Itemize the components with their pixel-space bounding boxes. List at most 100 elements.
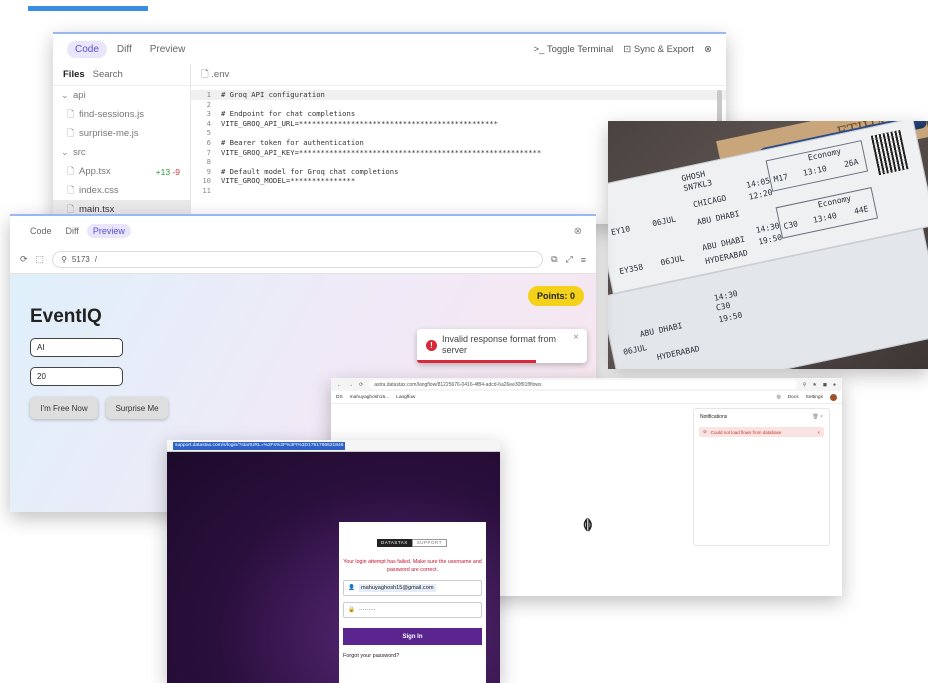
line-text: # Groq API configuration xyxy=(221,90,325,99)
user-icon: 👤 xyxy=(348,585,355,591)
diff-added: +13 xyxy=(155,166,171,177)
error-icon: ⊘ xyxy=(703,429,707,434)
extension-icon[interactable]: ◼ xyxy=(823,382,827,388)
org-selector[interactable]: mahuyaghosh15... xyxy=(350,395,389,400)
email-field[interactable]: 👤 mahuyaghosh15@gmail.com xyxy=(343,580,482,596)
file-name: api xyxy=(73,90,86,101)
close-icon[interactable]: ⊗ xyxy=(574,226,582,237)
zoom-icon[interactable]: ⚲ xyxy=(803,382,807,388)
file-item[interactable]: 🗋 App.tsx +13 -9 xyxy=(53,162,190,181)
toast-message: Invalid response format from server xyxy=(442,334,557,355)
langflow-menubar: DS mahuyaghosh15... Langflow ◎ Docs Sett… xyxy=(331,391,842,404)
flight-date-2: 06JUL xyxy=(659,253,686,268)
file-item[interactable]: 🗋 index.css xyxy=(53,181,190,200)
accent-bar xyxy=(28,6,148,11)
interest-input[interactable]: AI xyxy=(30,338,123,357)
boarding-pass-photo: ETIHAD GHOSH SN7KL3 EY10 06JUL CHICAGO A… xyxy=(608,121,928,369)
line-number: 9 xyxy=(206,166,211,176)
support-login-window: support.datastax.com/s/login/?startURL=%… xyxy=(167,440,500,683)
file-icon: 🗋 xyxy=(201,68,212,80)
boarding-time: 12:20 xyxy=(747,187,774,202)
minutes-input[interactable]: 20 xyxy=(30,367,123,386)
notifications-actions-icon[interactable]: 🗑 × xyxy=(812,414,823,420)
tab-preview[interactable]: Preview xyxy=(86,224,131,238)
tab-code[interactable]: Code xyxy=(67,40,107,58)
file-icon: 🗋 xyxy=(67,127,75,138)
login-error: Your login attempt has failed. Make sure… xyxy=(343,559,482,573)
file-icon: 🗋 xyxy=(67,184,75,195)
brand-datastax: DATASTAX xyxy=(377,539,412,547)
line-text: # Endpoint for chat completions xyxy=(221,109,356,119)
search-tab[interactable]: Search xyxy=(93,69,123,80)
file-icon: 🗋 xyxy=(67,165,75,176)
folder-item[interactable]: ⌄ src xyxy=(53,143,190,162)
brand-support: SUPPORT xyxy=(411,539,447,547)
devices-icon[interactable]: ⧉ xyxy=(551,254,557,265)
docs-link[interactable]: Docs xyxy=(788,395,799,400)
toast-close-icon[interactable]: × xyxy=(573,332,579,343)
open-file-name: .env xyxy=(211,69,230,80)
chevron-down-icon: ⌄ xyxy=(61,147,69,157)
url-field[interactable]: astra.datastax.com/langflow/81225676-041… xyxy=(369,380,797,389)
line-number: 10 xyxy=(202,176,211,186)
url-field[interactable]: ⚲ 5173 / xyxy=(52,251,544,268)
settings-link[interactable]: Settings xyxy=(806,395,823,400)
surprise-me-button[interactable]: Surprise Me xyxy=(106,397,168,419)
free-now-button[interactable]: I'm Free Now xyxy=(30,397,98,419)
url-port: 5173 xyxy=(71,255,90,264)
line-number: 8 xyxy=(206,157,211,167)
back-icon[interactable]: ← xyxy=(337,382,342,388)
datastax-support-logo: DATASTAX SUPPORT xyxy=(377,539,447,547)
reload-icon[interactable]: ⟳ xyxy=(20,254,28,265)
code-line[interactable]: 2 xyxy=(191,100,726,110)
origin-city-3: ABU DHABI xyxy=(639,321,684,339)
tab-code[interactable]: Code xyxy=(24,224,58,238)
password-field[interactable]: 🔒 ········· xyxy=(343,602,482,618)
diff-stats: +13 -9 xyxy=(156,167,180,177)
tab-diff[interactable]: Diff xyxy=(60,224,85,238)
forgot-password-link[interactable]: Forgot your password? xyxy=(343,653,399,659)
select-element-icon[interactable]: ⬚ xyxy=(36,254,45,265)
origin-city: CHICAGO xyxy=(692,193,728,210)
code-line[interactable]: 1 # Groq API configuration xyxy=(191,90,726,100)
sign-in-button[interactable]: Sign In xyxy=(343,628,482,645)
flight-date: 06JUL xyxy=(651,214,677,229)
profile-icon[interactable]: ● xyxy=(833,382,836,388)
close-icon[interactable]: ⊗ xyxy=(704,44,712,55)
toast-progress-bar xyxy=(417,360,536,363)
line-number: 3 xyxy=(206,109,211,119)
boarding-time-2: 19:50 xyxy=(757,232,783,247)
files-tab[interactable]: Files xyxy=(63,69,85,80)
selected-url: support.datastax.com/s/login/?startURL=%… xyxy=(173,442,346,450)
file-item[interactable]: 🗋 surprise-me.js xyxy=(53,124,190,143)
url-bar[interactable]: support.datastax.com/s/login/?startURL=%… xyxy=(167,440,500,452)
line-text: # Bearer token for authentication xyxy=(221,137,364,147)
star-icon[interactable]: ★ xyxy=(812,382,816,388)
code-line[interactable]: 3 # Endpoint for chat completions xyxy=(191,109,726,119)
forward-icon[interactable]: → xyxy=(348,382,353,388)
reload-icon[interactable]: ⟳ xyxy=(359,382,363,388)
product-selector[interactable]: Langflow xyxy=(396,395,415,400)
help-icon[interactable]: ◎ xyxy=(777,395,781,400)
line-number: 11 xyxy=(202,185,211,195)
dismiss-icon[interactable]: × xyxy=(817,430,820,435)
fullscreen-icon[interactable]: ⤢ xyxy=(566,254,573,265)
destination-city-2: HYDERABAD xyxy=(704,248,749,267)
datastax-logo-icon: DS xyxy=(336,394,343,400)
sync-export-button[interactable]: ⊡ Sync & Export xyxy=(623,44,694,55)
tab-diff[interactable]: Diff xyxy=(109,41,140,58)
gate-3: C30 xyxy=(715,300,732,313)
line-number: 1 xyxy=(206,90,211,99)
error-toast: ! Invalid response format from server × xyxy=(417,329,587,363)
toggle-terminal-button[interactable]: >_ Toggle Terminal xyxy=(534,44,614,55)
line-text: VITE_GROQ_API_URL=**********************… xyxy=(221,118,498,128)
notification-error-text: Could not load flows from database xyxy=(710,429,782,435)
file-item[interactable]: 🗋 find-sessions.js xyxy=(53,105,190,124)
file-name: App.tsx xyxy=(79,166,111,177)
avatar[interactable] xyxy=(830,393,837,401)
line-number: 6 xyxy=(206,137,211,147)
tab-preview[interactable]: Preview xyxy=(142,41,194,58)
notification-error: ⊘ Could not load flows from database × xyxy=(699,427,824,437)
folder-item[interactable]: ⌄ api xyxy=(53,86,190,105)
menu-icon[interactable]: ≡ xyxy=(581,255,586,265)
